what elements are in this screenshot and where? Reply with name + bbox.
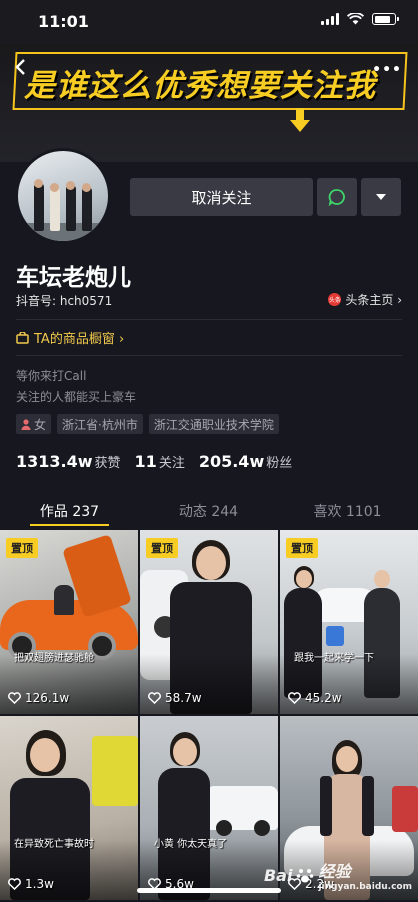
video-thumbnail[interactable]: 小黄 你太天真了 5.6w	[140, 716, 278, 900]
home-indicator[interactable]	[137, 888, 281, 893]
douyin-id: 抖音号: hch0571	[16, 294, 113, 308]
like-count-label: 45.2w	[305, 691, 342, 705]
video-thumbnail[interactable]: 在异致死亡事故时 1.3w	[0, 716, 138, 900]
video-thumbnail[interactable]: 置顶 58.7w	[140, 530, 278, 714]
baidu-watermark: Bai 经验 jingyan.baidu.com	[264, 858, 412, 892]
gender-tag: 女	[16, 414, 52, 434]
chat-bubble-icon	[328, 189, 345, 206]
heart-icon	[148, 692, 161, 704]
pinned-badge: 置顶	[146, 538, 178, 558]
status-time: 11:01	[38, 12, 89, 31]
heart-icon	[288, 692, 301, 704]
toutiao-icon: 头条	[328, 293, 342, 306]
likes-stat: 1313.4w 获赞	[16, 452, 121, 471]
like-count: 126.1w	[8, 691, 69, 705]
watermark-url: jingyan.baidu.com	[318, 882, 412, 892]
tab-works[interactable]: 作品 237	[0, 492, 139, 526]
following-count: 11	[134, 452, 157, 471]
video-caption: 把双翅膀进瑟驰舱	[14, 653, 94, 664]
following-stat[interactable]: 11 关注	[135, 452, 185, 471]
bio-line: 等你来打Call	[16, 369, 87, 383]
person-icon	[21, 418, 31, 430]
avatar[interactable]	[15, 148, 111, 244]
heart-icon	[8, 692, 21, 704]
watermark-brand-2: 经验	[318, 862, 351, 881]
chat-button[interactable]	[317, 178, 357, 216]
shop-label: TA的商品橱窗 ›	[34, 332, 125, 347]
watermark-brand: Bai	[263, 865, 293, 885]
video-caption: 跟我一起来学一下	[294, 653, 374, 664]
like-count: 45.2w	[288, 691, 342, 705]
status-icons	[321, 13, 399, 25]
signal-icon	[321, 13, 339, 25]
nickname: 车坛老炮儿	[16, 265, 131, 291]
divider	[16, 355, 402, 356]
likes-count: 1313.4w	[16, 452, 93, 471]
like-count: 58.7w	[148, 691, 202, 705]
followers-label: 粉丝	[266, 456, 293, 471]
divider	[16, 319, 402, 320]
unfollow-button[interactable]: 取消关注	[130, 178, 313, 216]
more-icon[interactable]: •••	[372, 62, 402, 78]
status-bar: 11:01	[0, 0, 418, 44]
followers-stat[interactable]: 205.4w 粉丝	[199, 452, 292, 471]
like-count-label: 58.7w	[165, 691, 202, 705]
toutiao-homepage-link[interactable]: 头条 头条主页 ›	[328, 291, 402, 308]
avatar-car-shape	[18, 223, 108, 241]
profile-stats: 1313.4w 获赞 11 关注 205.4w 粉丝	[16, 452, 292, 471]
following-label: 关注	[158, 456, 185, 471]
tab-likes[interactable]: 喜欢 1101	[278, 492, 417, 526]
shop-window-link[interactable]: TA的商品橱窗 ›	[16, 328, 124, 347]
shop-icon	[16, 331, 29, 344]
profile-tags: 女 浙江省·杭州市 浙江交通职业技术学院	[16, 414, 279, 434]
followers-count: 205.4w	[198, 452, 265, 471]
profile-section: 取消关注 车坛老炮儿 抖音号: hch0571 头条 头条主页 › TA的商品橱…	[0, 148, 418, 526]
likes-label: 获赞	[94, 456, 121, 471]
like-count: 1.3w	[8, 877, 54, 891]
gender-tag-label: 女	[34, 417, 47, 432]
profile-banner: 是谁这么优秀想要关注我 •••	[0, 44, 418, 162]
like-count-label: 1.3w	[25, 877, 54, 891]
tab-moments[interactable]: 动态 244	[139, 492, 278, 526]
banner-text: 是谁这么优秀想要关注我	[24, 68, 376, 104]
video-grid: 置顶 把双翅膀进瑟驰舱 126.1w 置顶 58.7w 置顶 跟我一起来学一下	[0, 530, 418, 900]
paw-icon	[297, 869, 314, 883]
location-tag: 浙江省·杭州市	[57, 414, 143, 434]
bio-line: 关注的人都能买上豪车	[16, 390, 137, 404]
more-options-button[interactable]	[361, 178, 401, 216]
school-tag: 浙江交通职业技术学院	[148, 414, 279, 434]
arrow-down-icon	[290, 108, 310, 132]
video-thumbnail[interactable]: 置顶 把双翅膀进瑟驰舱 126.1w	[0, 530, 138, 714]
video-thumbnail[interactable]: 置顶 跟我一起来学一下 45.2w	[280, 530, 418, 714]
caret-down-icon	[376, 194, 386, 200]
pinned-badge: 置顶	[6, 538, 38, 558]
battery-icon	[372, 13, 399, 25]
content-tabs: 作品 237 动态 244 喜欢 1101	[0, 492, 418, 526]
like-count-label: 126.1w	[25, 691, 70, 705]
heart-icon	[8, 878, 21, 890]
back-icon[interactable]	[14, 58, 26, 76]
video-caption: 在异致死亡事故时	[14, 839, 94, 850]
video-caption: 小黄 你太天真了	[154, 839, 228, 850]
wifi-icon	[347, 13, 364, 25]
pinned-badge: 置顶	[286, 538, 318, 558]
toutiao-link-label: 头条主页 ›	[345, 293, 402, 307]
